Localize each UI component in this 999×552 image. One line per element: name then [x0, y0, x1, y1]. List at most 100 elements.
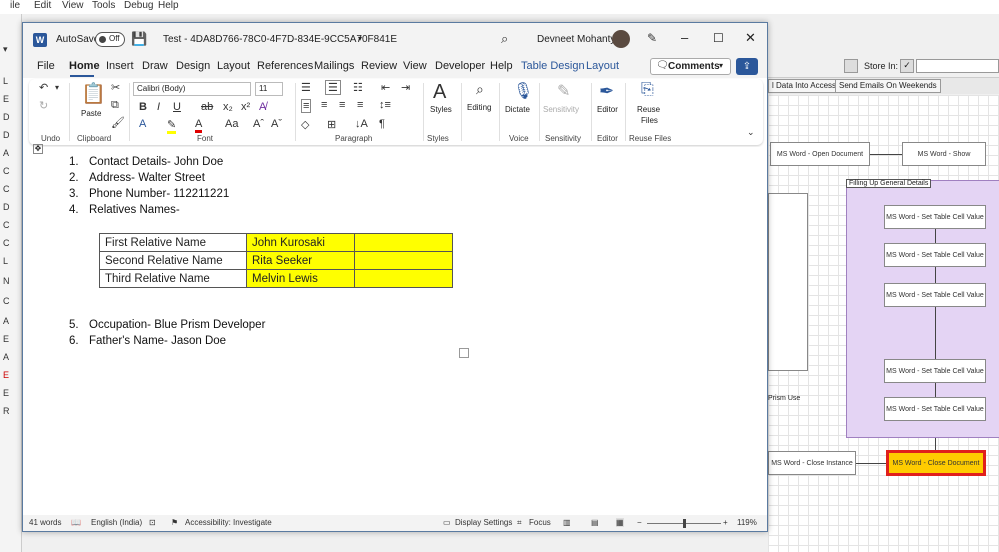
- find-icon[interactable]: ⌕: [476, 81, 484, 98]
- focus-icon[interactable]: ⌗: [517, 518, 522, 528]
- toolbox-item[interactable]: C: [3, 184, 10, 194]
- list-item[interactable]: 6. Father's Name- Jason Doe: [69, 335, 226, 347]
- bg-menu-file[interactable]: ile: [10, 0, 20, 11]
- avatar[interactable]: [612, 30, 630, 48]
- table-row[interactable]: Second Relative Name Rita Seeker: [99, 251, 453, 270]
- language[interactable]: English (India): [91, 518, 142, 527]
- collapse-ribbon-chevron-icon[interactable]: ⌄: [747, 127, 755, 138]
- search-icon[interactable]: ⌕: [501, 31, 508, 47]
- user-name[interactable]: Devneet Mohanty: [537, 34, 615, 45]
- list-item[interactable]: 5. Occupation- Blue Prism Developer: [69, 319, 265, 331]
- editing-label[interactable]: Editing: [467, 103, 491, 112]
- stage-show[interactable]: MS Word - Show: [902, 142, 986, 166]
- sensitivity-icon[interactable]: ✎: [557, 81, 570, 101]
- undo-icon[interactable]: ↶: [39, 81, 48, 94]
- tab-table-design[interactable]: Table Design: [521, 60, 585, 72]
- tab-insert[interactable]: Insert: [106, 60, 134, 72]
- stage-set-cell-5[interactable]: MS Word - Set Table Cell Value: [884, 397, 986, 421]
- minimize-icon[interactable]: –: [681, 30, 688, 45]
- stage-set-cell-1[interactable]: MS Word - Set Table Cell Value: [884, 205, 986, 229]
- stage-set-cell-4[interactable]: MS Word - Set Table Cell Value: [884, 359, 986, 383]
- subscript-icon[interactable]: x₂: [223, 101, 233, 113]
- paste-label[interactable]: Paste: [81, 109, 101, 118]
- strikethrough-icon[interactable]: ab: [201, 101, 213, 113]
- reuse-label[interactable]: Reuse: [637, 105, 660, 114]
- tab-review[interactable]: Review: [361, 60, 397, 72]
- dictate-label[interactable]: Dictate: [505, 105, 530, 114]
- line-spacing-icon[interactable]: ↕≡: [379, 99, 391, 111]
- process-canvas[interactable]: MS Word - Open Document MS Word - Show F…: [768, 95, 999, 552]
- toolbox-item[interactable]: C: [3, 296, 10, 306]
- list-item[interactable]: 3. Phone Number- 112211221: [69, 188, 229, 200]
- document-body[interactable]: ✥ 1. Contact Details- John Doe 2. Address-…: [23, 144, 767, 515]
- title-dropdown-chevron-icon[interactable]: ▾: [358, 34, 362, 43]
- sensitivity-label[interactable]: Sensitivity: [543, 105, 579, 114]
- format-painter-icon[interactable]: 🖌: [111, 116, 125, 129]
- zoom-slider-thumb[interactable]: [683, 519, 686, 528]
- relatives-table[interactable]: First Relative Name John Kurosaki Second…: [99, 233, 453, 288]
- focus-mode[interactable]: Focus: [529, 518, 551, 527]
- maximize-icon[interactable]: ☐: [713, 31, 724, 45]
- editor-icon[interactable]: ✒: [599, 81, 614, 102]
- print-layout-icon[interactable]: ▤: [591, 518, 599, 527]
- toolbox-item[interactable]: L: [3, 76, 8, 86]
- toolbox-item[interactable]: E: [3, 370, 9, 380]
- tab-mailings[interactable]: Mailings: [314, 60, 354, 72]
- bold-icon[interactable]: B: [139, 101, 147, 113]
- multilevel-list-icon[interactable]: ☷: [353, 81, 363, 94]
- toolbox-item[interactable]: R: [3, 406, 10, 416]
- styles-icon[interactable]: A: [433, 81, 446, 104]
- close-icon[interactable]: ✕: [745, 30, 756, 46]
- toolbox-item[interactable]: D: [3, 202, 10, 212]
- table-cell-label[interactable]: First Relative Name: [99, 233, 247, 252]
- toolbox-item[interactable]: C: [3, 238, 10, 248]
- increase-indent-icon[interactable]: ⇥: [401, 81, 410, 94]
- tab-references[interactable]: References: [257, 60, 313, 72]
- show-formatting-icon[interactable]: ¶: [379, 118, 385, 130]
- bg-menu-edit[interactable]: Edit: [34, 0, 51, 11]
- toolbox-item[interactable]: N: [3, 276, 10, 286]
- toolbox-item[interactable]: E: [3, 388, 9, 398]
- highlight-icon[interactable]: ✎: [167, 118, 177, 134]
- web-layout-icon[interactable]: ▦: [616, 518, 624, 527]
- table-cell-value[interactable]: John Kurosaki: [246, 233, 355, 252]
- list-item[interactable]: 2. Address- Walter Street: [69, 172, 205, 184]
- tab-view[interactable]: View: [403, 60, 427, 72]
- cut-icon[interactable]: ✂: [111, 81, 120, 94]
- editor-label[interactable]: Editor: [597, 105, 618, 114]
- tab-home[interactable]: Home: [69, 60, 100, 72]
- table-cell-value[interactable]: Rita Seeker: [246, 251, 355, 270]
- shading-icon[interactable]: ◇: [301, 118, 309, 131]
- share-button[interactable]: ⇪: [736, 58, 758, 75]
- display-settings-icon[interactable]: ▭: [443, 518, 451, 527]
- toolbox-item[interactable]: E: [3, 94, 9, 104]
- files-label[interactable]: Files: [641, 116, 658, 125]
- table-cell-empty[interactable]: [354, 269, 453, 288]
- bg-menu-debug[interactable]: Debug: [124, 0, 153, 11]
- table-move-handle-icon[interactable]: ✥: [33, 144, 43, 154]
- toolbar-button[interactable]: [844, 59, 858, 73]
- align-left-icon[interactable]: ≡: [301, 99, 312, 113]
- font-size-combo[interactable]: 11: [255, 82, 283, 96]
- numbering-icon[interactable]: ☰: [325, 80, 341, 95]
- store-in-checkbox[interactable]: ✓: [900, 59, 914, 73]
- sort-icon[interactable]: ↓A: [355, 118, 368, 130]
- shrink-font-icon[interactable]: Aˇ: [271, 118, 282, 130]
- table-row[interactable]: Third Relative Name Melvin Lewis: [99, 269, 453, 288]
- underline-icon[interactable]: U: [173, 101, 181, 113]
- toolbox-item[interactable]: C: [3, 166, 10, 176]
- toolbox-item[interactable]: D: [3, 112, 10, 122]
- tab-draw[interactable]: Draw: [142, 60, 168, 72]
- track-changes-icon[interactable]: ⊡: [149, 518, 156, 527]
- toolbox-item[interactable]: L: [3, 256, 8, 266]
- bullets-icon[interactable]: ☰: [301, 81, 311, 94]
- stage-open-document[interactable]: MS Word - Open Document: [770, 142, 870, 166]
- microphone-icon[interactable]: 🎙: [513, 81, 533, 101]
- align-center-icon[interactable]: ≡: [321, 99, 327, 111]
- word-count[interactable]: 41 words: [29, 518, 61, 527]
- font-color-icon[interactable]: A: [195, 118, 203, 133]
- change-case-icon[interactable]: Aa: [225, 118, 238, 130]
- save-icon[interactable]: 💾: [131, 31, 147, 47]
- toolbox-item[interactable]: ▾: [3, 44, 8, 55]
- undo-dropdown-icon[interactable]: ▾: [55, 83, 59, 92]
